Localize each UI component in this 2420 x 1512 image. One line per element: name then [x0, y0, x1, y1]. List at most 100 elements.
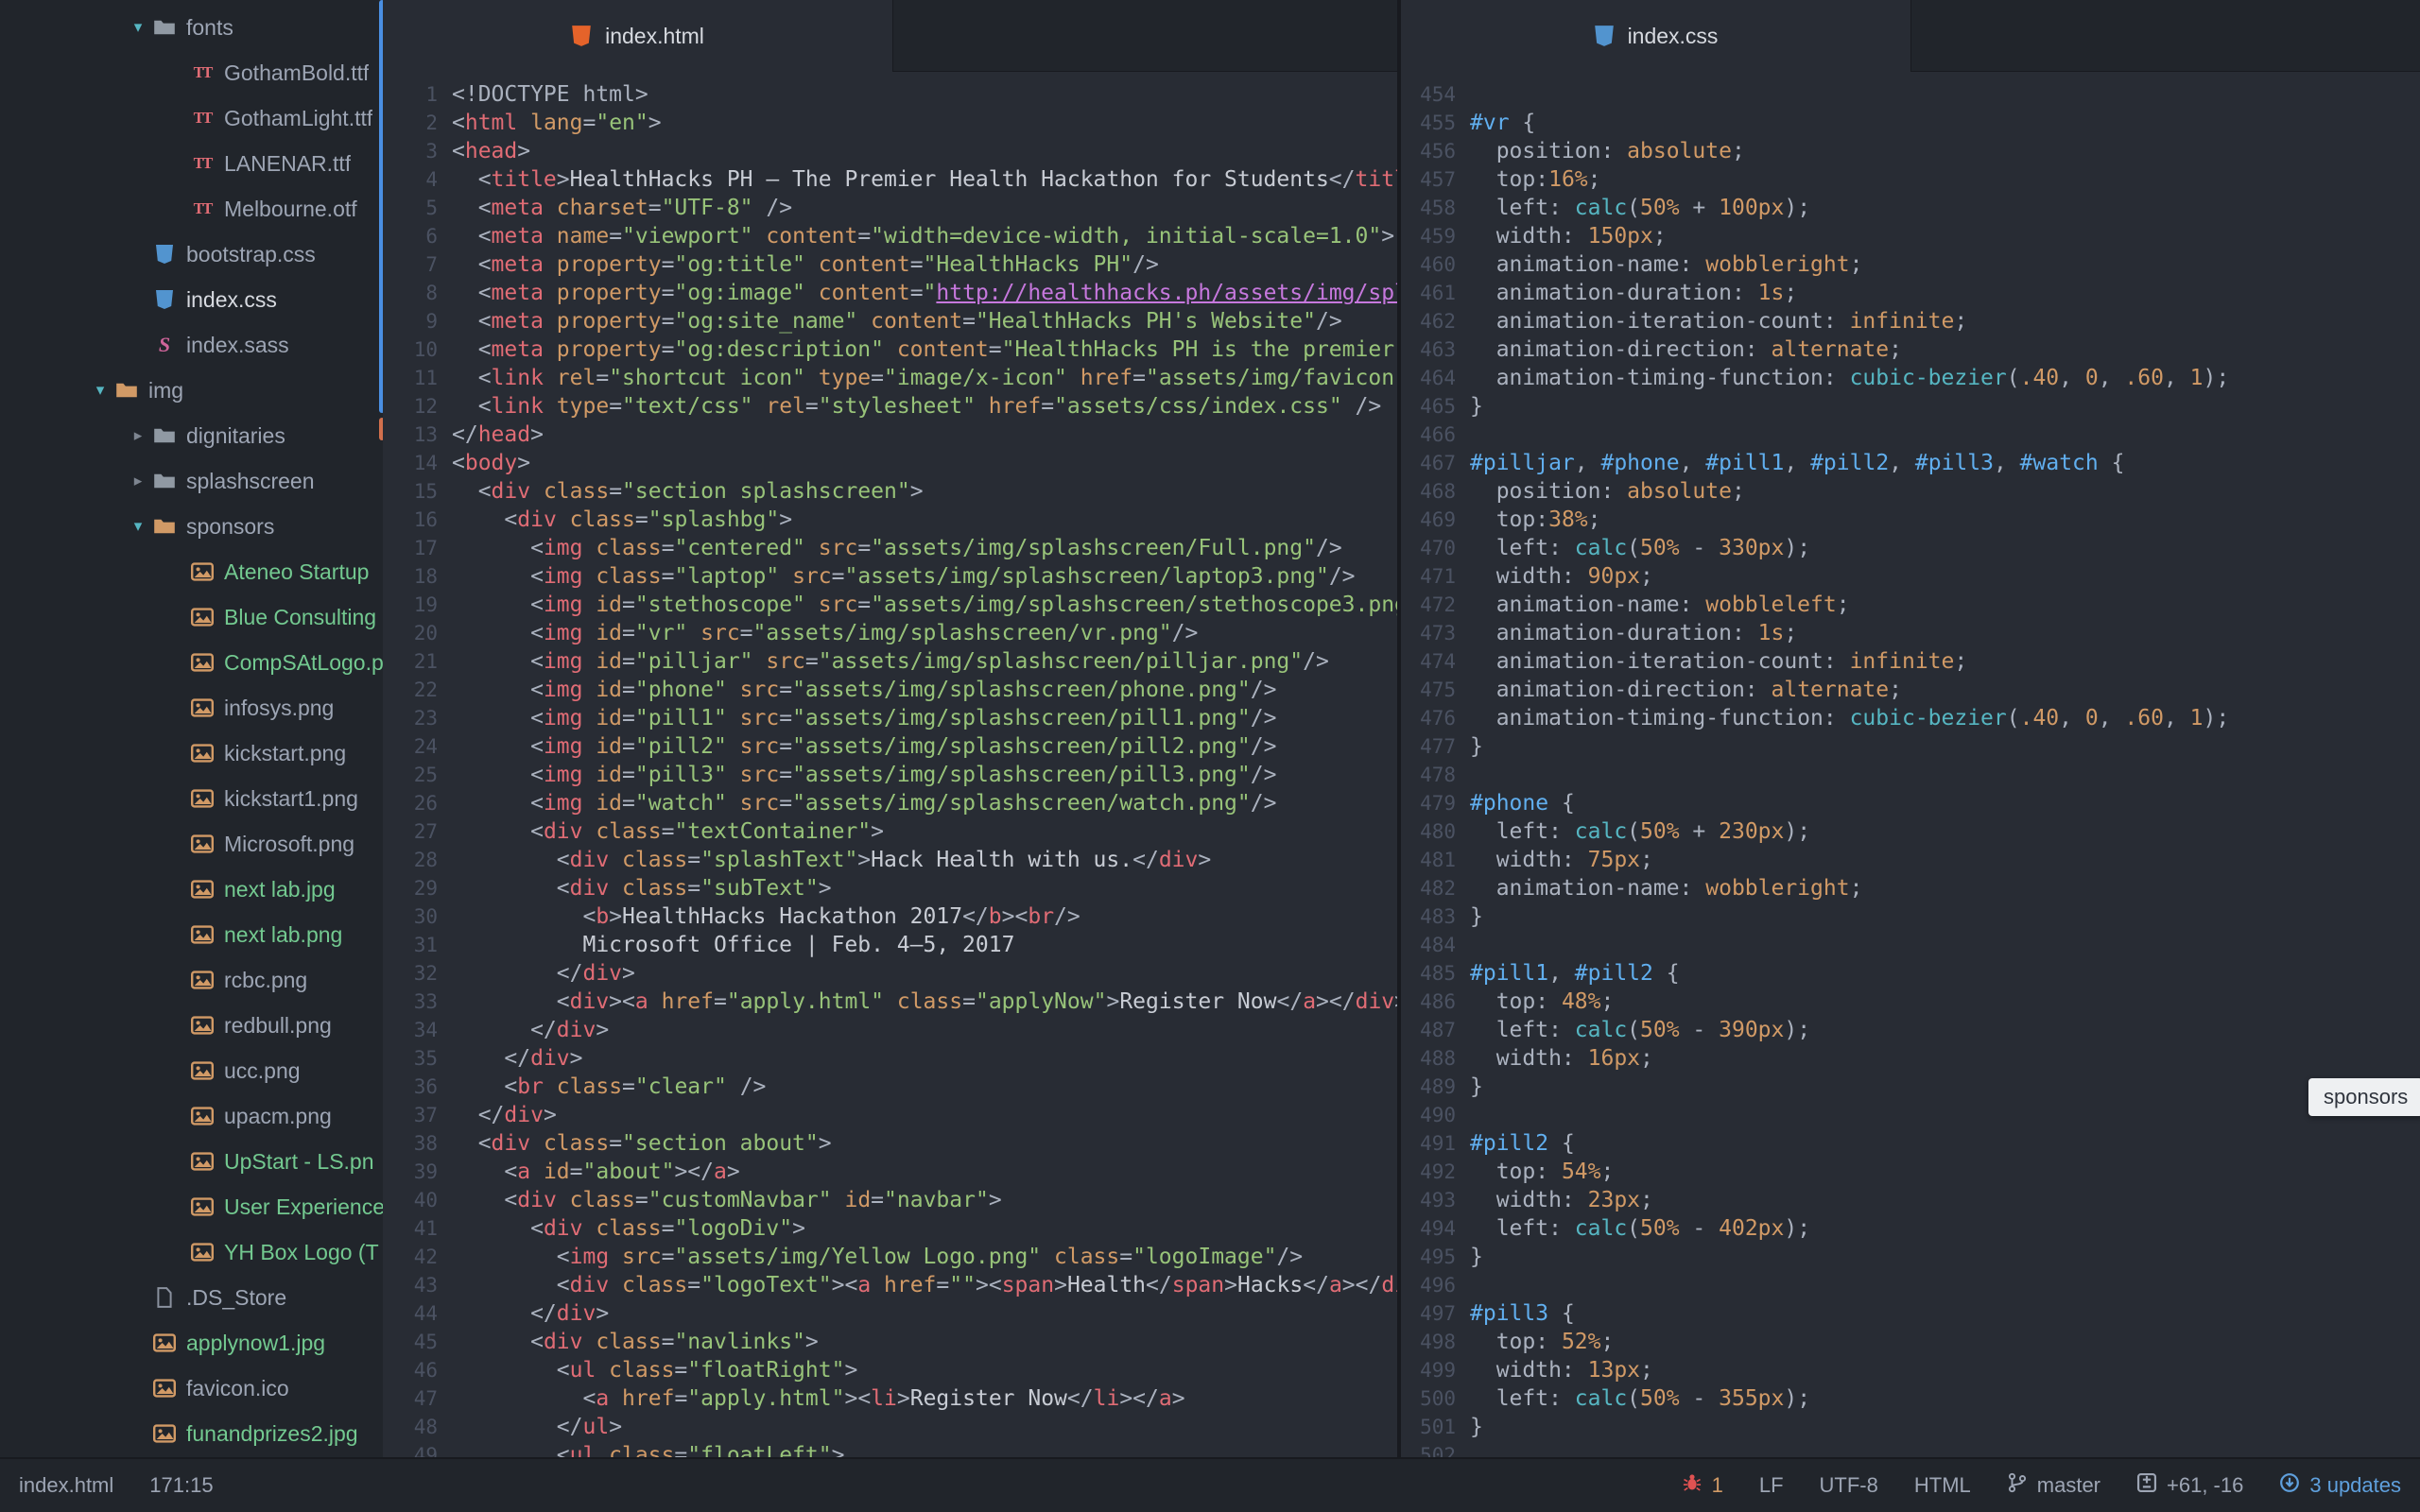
tree-file-yh-box-logo-t[interactable]: YH Box Logo (T [0, 1229, 383, 1275]
tree-folder-fonts[interactable]: ▾fonts [0, 5, 383, 50]
chevron-right-icon[interactable]: ▸ [126, 426, 150, 445]
tree-file-index-css[interactable]: index.css [0, 277, 383, 322]
chevron-down-icon[interactable]: ▾ [126, 18, 150, 37]
tree-file-next-lab-png[interactable]: next lab.png [0, 912, 383, 957]
line-ending-indicator[interactable]: LF [1759, 1473, 1784, 1498]
image-icon [188, 1015, 216, 1036]
line-number: 32 [383, 959, 438, 988]
line-numbers-css[interactable]: 4544554564574584594604614624634644654664… [1401, 80, 1456, 1457]
line-number: 459 [1401, 222, 1456, 250]
code-line: left: calc(50% - 330px); [1470, 534, 2420, 562]
grammar-indicator[interactable]: HTML [1914, 1473, 1971, 1498]
file-icon [150, 1287, 179, 1308]
line-number: 491 [1401, 1129, 1456, 1158]
code-line: animation-timing-function: cubic-bezier(… [1470, 364, 2420, 392]
tree-folder-splashscreen[interactable]: ▸splashscreen [0, 458, 383, 504]
line-number: 496 [1401, 1271, 1456, 1299]
file-name: GothamBold.ttf [224, 60, 369, 86]
file-tree[interactable]: ▾fontsTTGothamBold.ttfTTGothamLight.ttfT… [0, 0, 383, 1457]
tab-index-css[interactable]: index.css [1401, 0, 1911, 72]
code-editor-html[interactable]: 1234567891011121314151617181920212223242… [383, 73, 1397, 1457]
tree-file-gothamlight-ttf[interactable]: TTGothamLight.ttf [0, 95, 383, 141]
code-line: Microsoft Office | Feb. 4–5, 2017 [452, 931, 1397, 959]
tree-file-redbull-png[interactable]: redbull.png [0, 1003, 383, 1048]
line-number: 8 [383, 279, 438, 307]
image-icon [150, 1332, 179, 1353]
line-number: 35 [383, 1044, 438, 1073]
tree-file-microsoft-png[interactable]: Microsoft.png [0, 821, 383, 867]
tab-bar-html: index.html [383, 0, 1397, 72]
image-icon [188, 1106, 216, 1126]
code-lines-html[interactable]: <!DOCTYPE html><html lang="en"><head> <t… [438, 80, 1397, 1457]
tree-file-infosys-png[interactable]: infosys.png [0, 685, 383, 730]
tree-file-applynow1-jpg[interactable]: applynow1.jpg [0, 1320, 383, 1366]
tree-file-blue-consulting[interactable]: Blue Consulting [0, 594, 383, 640]
line-number: 1 [383, 80, 438, 109]
file-name: CompSAtLogo.p [224, 650, 383, 676]
tree-file-melbourne-otf[interactable]: TTMelbourne.otf [0, 186, 383, 232]
image-icon [188, 652, 216, 673]
tree-file-favicon-ico[interactable]: favicon.ico [0, 1366, 383, 1411]
font-icon: TT [188, 154, 216, 173]
chevron-down-icon[interactable]: ▾ [88, 381, 112, 400]
tab-index-html[interactable]: index.html [383, 0, 893, 72]
tree-file-rcbc-png[interactable]: rcbc.png [0, 957, 383, 1003]
tree-file-ucc-png[interactable]: ucc.png [0, 1048, 383, 1093]
tree-file-compsatlogo-p[interactable]: CompSAtLogo.p [0, 640, 383, 685]
line-number: 41 [383, 1214, 438, 1243]
tree-file-index-sass[interactable]: Sindex.sass [0, 322, 383, 368]
code-line: <img class="laptop" src="assets/img/spla… [452, 562, 1397, 591]
code-line: <div class="logoText"><a href=""><span>H… [452, 1271, 1397, 1299]
code-line: top:16%; [1470, 165, 2420, 194]
image-icon [188, 1151, 216, 1172]
status-bar: index.html 171:15 1 LF UTF-8 HTML master [0, 1457, 2420, 1512]
tree-file-upacm-png[interactable]: upacm.png [0, 1093, 383, 1139]
chevron-right-icon[interactable]: ▸ [126, 472, 150, 490]
cursor-position[interactable]: 171:15 [149, 1473, 213, 1498]
line-number: 12 [383, 392, 438, 421]
code-line: <img class="centered" src="assets/img/sp… [452, 534, 1397, 562]
line-number: 473 [1401, 619, 1456, 647]
tree-file-next-lab-jpg[interactable]: next lab.jpg [0, 867, 383, 912]
tree-file-gothambold-ttf[interactable]: TTGothamBold.ttf [0, 50, 383, 95]
image-icon [188, 561, 216, 582]
linter-status[interactable]: 1 [1682, 1472, 1723, 1499]
line-numbers-html[interactable]: 1234567891011121314151617181920212223242… [383, 80, 438, 1457]
code-line: <meta property="og:description" content=… [452, 335, 1397, 364]
tree-file-kickstart-png[interactable]: kickstart.png [0, 730, 383, 776]
tree-file-lanenar-ttf[interactable]: TTLANENAR.ttf [0, 141, 383, 186]
git-diff-counts[interactable]: +61, -16 [2136, 1472, 2243, 1499]
tree-file-funandprizes2-jpg[interactable]: funandprizes2.jpg [0, 1411, 383, 1456]
tree-file-ateneo-startup[interactable]: Ateneo Startup [0, 549, 383, 594]
tree-file-ds-store[interactable]: .DS_Store [0, 1275, 383, 1320]
tree-file-user-experience[interactable]: User Experience [0, 1184, 383, 1229]
image-icon [150, 1378, 179, 1399]
tree-folder-img[interactable]: ▾img [0, 368, 383, 413]
tree-folder-dignitaries[interactable]: ▸dignitaries [0, 413, 383, 458]
git-branch[interactable]: master [2007, 1472, 2100, 1499]
error-count: 1 [1712, 1473, 1723, 1498]
code-lines-css[interactable]: #vr { position: absolute; top:16%; left:… [1456, 80, 2420, 1457]
line-number: 490 [1401, 1101, 1456, 1129]
code-line: } [1470, 1073, 2420, 1101]
tree-folder-sponsors[interactable]: ▾sponsors [0, 504, 383, 549]
code-line: <html lang="en"> [452, 109, 1397, 137]
tree-file-bootstrap-css[interactable]: bootstrap.css [0, 232, 383, 277]
folder-icon [150, 17, 179, 38]
chevron-down-icon[interactable]: ▾ [126, 517, 150, 536]
line-number: 34 [383, 1016, 438, 1044]
sass-icon: S [150, 333, 179, 357]
tree-file-kickstart1-png[interactable]: kickstart1.png [0, 776, 383, 821]
atom-editor-window: ▾fontsTTGothamBold.ttfTTGothamLight.ttfT… [0, 0, 2420, 1512]
line-number: 502 [1401, 1441, 1456, 1457]
encoding-indicator[interactable]: UTF-8 [1820, 1473, 1878, 1498]
line-number: 475 [1401, 676, 1456, 704]
line-number: 493 [1401, 1186, 1456, 1214]
line-number: 486 [1401, 988, 1456, 1016]
package-updates[interactable]: 3 updates [2279, 1472, 2401, 1499]
code-line: left: calc(50% + 100px); [1470, 194, 2420, 222]
code-editor-css[interactable]: 4544554564574584594604614624634644654664… [1401, 73, 2420, 1457]
line-number: 9 [383, 307, 438, 335]
line-number: 476 [1401, 704, 1456, 732]
tree-file-upstart-ls-pn[interactable]: UpStart - LS.pn [0, 1139, 383, 1184]
